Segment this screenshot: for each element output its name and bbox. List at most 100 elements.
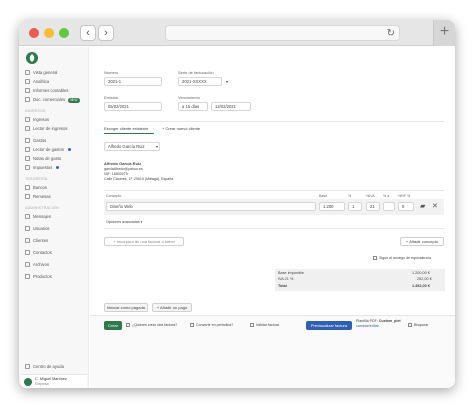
checkbox[interactable] (190, 323, 194, 328)
tab-existing-client[interactable]: Escoger cliente existente (104, 126, 148, 131)
chevron-down-icon[interactable]: ▾ (226, 79, 228, 84)
section-administracion: ADMINISTRACIÓN (25, 206, 59, 210)
preview-invoice-button[interactable]: Previsualizar factura (306, 321, 352, 330)
close-window-button[interactable] (29, 28, 39, 38)
add-payment-button[interactable]: + Añadir un pago (152, 303, 192, 312)
sidebar-item-centro-ayuda[interactable]: Centro de ayuda (25, 363, 64, 371)
qty-input[interactable]: 1 (348, 202, 362, 211)
client-email: garciaAfredo@yahoo.es (104, 167, 143, 171)
sidebar-item-doc-comerciales[interactable]: Doc. comerciales NEW (25, 96, 80, 104)
sidebar: Vista general Analítica Informes contabl… (19, 47, 89, 388)
user-menu[interactable]: C. Miguel Martínez Empresa (21, 374, 87, 388)
numero-input[interactable]: 2021-1 (104, 77, 162, 86)
client-nif: NIF: 16800075 (104, 172, 128, 176)
section-ingresos: INGRESOS (25, 109, 46, 113)
avatar (24, 378, 32, 386)
vencimiento-date-input[interactable]: 12/02/2021 (211, 102, 251, 111)
sidebar-item-clientes[interactable]: Clientes (25, 237, 48, 245)
sidebar-item-ingresos[interactable]: Ingresos (25, 116, 49, 124)
maximize-window-button[interactable] (59, 28, 69, 38)
checkbox[interactable] (408, 323, 412, 328)
document-icon (25, 97, 30, 103)
sidebar-item-lector-gastos[interactable]: Lector de gastos (25, 146, 71, 154)
serie-select[interactable]: 2021-XXXXX (178, 77, 222, 86)
iva-value: 252,00 € (417, 277, 432, 281)
create-button[interactable]: Crear (104, 321, 122, 330)
sidebar-item-remesas[interactable]: Remesas (25, 193, 51, 201)
a-input[interactable] (383, 202, 395, 211)
bank-icon (25, 185, 30, 191)
validate-option[interactable]: Validar factura (250, 323, 279, 328)
vencimiento-term-select[interactable]: a 15 días (178, 102, 208, 111)
sidebar-item-vista-general[interactable]: Vista general (25, 69, 57, 77)
back-button[interactable]: ‹ (80, 25, 96, 41)
sidebar-item-mensajes[interactable]: Mensajes (25, 213, 51, 221)
address-bar[interactable]: ↻ (165, 25, 400, 41)
checkbox[interactable] (126, 323, 130, 328)
total-value: 1.452,00 € (412, 284, 430, 288)
iva-label: IVA 21 % (278, 277, 294, 281)
sidebar-item-usuarios[interactable]: Usuarios (25, 225, 50, 233)
template-change-link[interactable]: cambiar/editar (356, 324, 379, 328)
notification-dot (67, 148, 71, 152)
minimize-window-button[interactable] (44, 28, 54, 38)
transfer-icon (25, 194, 30, 200)
rf-input[interactable]: 0 (398, 202, 414, 211)
chart-icon (25, 79, 30, 85)
help-icon (25, 364, 30, 370)
vencimiento-label: Vencimiento (178, 95, 200, 100)
add-concept-button[interactable]: + Añadir concepto (400, 237, 444, 246)
sidebar-item-lector-ingresos[interactable]: Lector de ingresos (25, 125, 67, 133)
checkbox[interactable] (250, 323, 254, 328)
sidebar-item-archivos[interactable]: Archivos (25, 261, 49, 269)
client-address: Calle Cáceres, 1ª, 29010 (Málaga), Españ… (104, 177, 174, 181)
app-logo[interactable] (26, 52, 38, 64)
mark-paid-button[interactable]: Marcar como pagada (104, 303, 148, 312)
divider (104, 121, 444, 122)
active-tab-indicator (104, 133, 154, 134)
emision-date-input[interactable]: 05/02/2021 (104, 102, 162, 111)
equivalence-checkbox[interactable]: Sigue el recargo de equivalencia (373, 256, 431, 261)
concept-input[interactable]: Diseño Web (106, 202, 316, 211)
tab-new-client[interactable]: + Crear nuevo cliente (162, 126, 200, 131)
message-icon (25, 214, 30, 220)
folder-icon[interactable]: ▰ (420, 203, 425, 211)
block-option[interactable]: Bloquear (408, 323, 428, 328)
divider (104, 190, 444, 191)
sidebar-item-productos[interactable]: Productos (25, 273, 52, 281)
sidebar-item-analitica[interactable]: Analítica (25, 78, 49, 86)
user-name: C. Miguel Martínez (35, 377, 67, 381)
sidebar-item-bancos[interactable]: Bancos (25, 184, 47, 192)
forward-button[interactable]: › (98, 25, 114, 41)
tax-icon (25, 165, 30, 171)
import-item-button[interactable]: + Incorpora de una factura o bebel (104, 237, 184, 246)
base-value: 1.200,00 € (412, 271, 430, 275)
box-icon (25, 274, 30, 280)
sidebar-item-contactos[interactable]: Contactos (25, 249, 52, 257)
col-a: % a (383, 194, 390, 198)
close-icon[interactable]: ✕ (432, 203, 438, 211)
users-icon (25, 226, 30, 232)
client-select[interactable]: Alfredo García Ruiz (104, 142, 160, 151)
sidebar-item-gastos[interactable]: Gastos (25, 137, 46, 145)
periodic-option[interactable]: Convertir en periódica? (190, 323, 233, 328)
checkbox[interactable] (373, 256, 377, 261)
create-another-option[interactable]: ¿Quieres crear otra factura? (126, 323, 177, 328)
scanner-icon (25, 147, 30, 153)
advanced-options-toggle[interactable]: Opciones avanzadas ▾ (106, 220, 142, 224)
sidebar-item-informes[interactable]: Informes contables (25, 87, 68, 95)
new-tab-button[interactable]: + (433, 20, 455, 46)
sidebar-item-notas-gasto[interactable]: Notas de gasto (25, 155, 61, 163)
invoice-form: Número 2021-1 Serie de facturación 2021-… (90, 47, 455, 388)
reload-icon[interactable]: ↻ (387, 26, 395, 41)
total-label: Total (278, 284, 287, 288)
base-input[interactable]: 1.200 (319, 202, 345, 211)
contact-icon (25, 250, 30, 256)
chevron-right-icon: › (104, 27, 108, 39)
iva-input[interactable]: 21 (366, 202, 380, 211)
col-iva: %IVA (366, 194, 375, 198)
section-tesoreria: TESORERÍA (25, 177, 48, 181)
col-rf: %RF % (398, 194, 411, 198)
sidebar-item-impuestos[interactable]: Impuestos (25, 164, 60, 172)
chevron-down-icon[interactable]: ▾ (156, 144, 158, 149)
